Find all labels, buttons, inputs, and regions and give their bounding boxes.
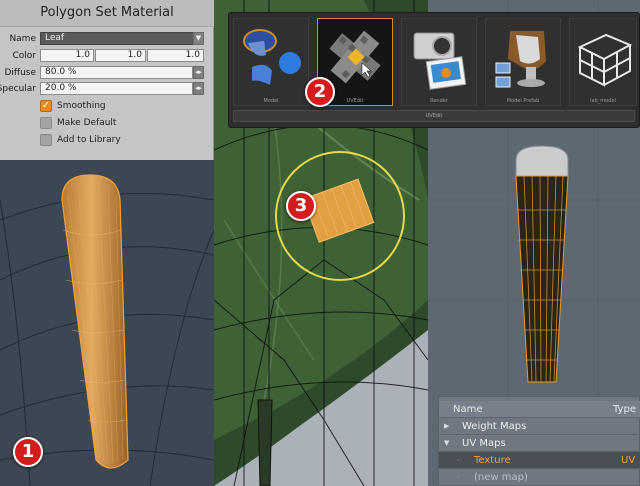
list-item-label: UV Maps	[462, 438, 506, 449]
model-prefab-icon	[495, 31, 546, 88]
tool-model[interactable]: Model	[233, 18, 309, 106]
name-dropdown[interactable]: Leaf	[40, 32, 195, 45]
tree-connector-icon: ·	[457, 456, 460, 465]
lab-model-icon	[577, 33, 633, 87]
add-to-library-label: Add to Library	[57, 135, 121, 145]
render-icon	[413, 32, 467, 90]
diffuse-row: Diffuse 80.0 % ◂▸	[0, 66, 214, 80]
diffuse-field[interactable]: 80.0 %	[40, 66, 193, 79]
item-list-panel: Name Type ▶ Weight Maps ▼ UV Maps · Text…	[438, 396, 640, 486]
color-r-value: 1.0	[75, 50, 90, 60]
make-default-checkbox[interactable]	[40, 117, 52, 129]
color-r-field[interactable]: 1.0	[40, 49, 94, 62]
name-row: Name Leaf ▼	[0, 32, 214, 46]
color-g-value: 1.0	[127, 50, 142, 60]
tool-label-lab-model: lab_model	[590, 98, 616, 104]
list-item[interactable]: ▶ Weight Maps	[439, 418, 640, 435]
name-label: Name	[9, 34, 36, 44]
expand-arrow-icon[interactable]: ▶	[444, 418, 449, 435]
tool-lab-model[interactable]: lab_model	[569, 18, 637, 106]
specular-field[interactable]: 20.0 %	[40, 82, 193, 95]
list-item-label: (new map)	[474, 472, 528, 483]
list-item-label: Texture	[474, 455, 511, 466]
tool-model-prefab[interactable]: Model Prefab	[485, 18, 561, 106]
callout-badge-1: 1	[13, 437, 43, 467]
column-type-header[interactable]: Type	[613, 401, 636, 418]
collapse-arrow-icon[interactable]: ▼	[444, 435, 449, 452]
list-header: Name Type	[439, 401, 640, 418]
tool-label-render: Render	[430, 98, 448, 104]
list-item[interactable]: · (new map)	[439, 469, 640, 486]
specular-label: Specular	[0, 84, 36, 94]
color-label: Color	[12, 51, 37, 61]
add-to-library-checkbox[interactable]	[40, 134, 52, 146]
tree-connector-icon: ·	[457, 473, 460, 482]
name-value: Leaf	[45, 33, 65, 43]
list-item-selected[interactable]: · Texture UV	[439, 452, 640, 469]
diffuse-stepper-icon[interactable]: ◂▸	[193, 66, 204, 79]
callout-badge-3: 3	[286, 191, 316, 221]
smoothing-checkbox[interactable]: ✓	[40, 100, 52, 112]
tool-label-model: Model	[263, 98, 279, 104]
tool-palette: Model UVEdit Render Model Prefab lab_mod…	[228, 12, 640, 128]
specular-value: 20.0 %	[45, 83, 77, 93]
make-default-label: Make Default	[57, 118, 117, 128]
tool-label-model-prefab: Model Prefab	[506, 98, 540, 104]
column-name-header[interactable]: Name	[453, 401, 483, 418]
chevron-down-icon[interactable]: ▼	[193, 32, 204, 45]
list-item-label: Weight Maps	[462, 421, 527, 432]
polygon-set-material-panel: Polygon Set Material Name Leaf ▼ Color 1…	[0, 0, 214, 160]
diffuse-label: Diffuse	[4, 68, 36, 78]
panel-title: Polygon Set Material	[0, 0, 214, 27]
tool-render[interactable]: Render	[401, 18, 477, 106]
diffuse-value: 80.0 %	[45, 67, 77, 77]
palette-footer-label: UVEdit	[233, 110, 635, 122]
callout-badge-2: 2	[305, 77, 335, 107]
smoothing-label: Smoothing	[57, 101, 106, 111]
color-g-field[interactable]: 1.0	[95, 49, 146, 62]
specular-stepper-icon[interactable]: ◂▸	[193, 82, 204, 95]
color-b-value: 1.0	[185, 50, 200, 60]
list-item-type: UV	[621, 455, 636, 466]
color-row: Color 1.0 1.0 1.0	[0, 49, 214, 63]
specular-row: Specular 20.0 % ◂▸	[0, 82, 214, 96]
list-item[interactable]: ▼ UV Maps	[439, 435, 640, 452]
color-b-field[interactable]: 1.0	[147, 49, 204, 62]
model-icon	[243, 29, 301, 85]
